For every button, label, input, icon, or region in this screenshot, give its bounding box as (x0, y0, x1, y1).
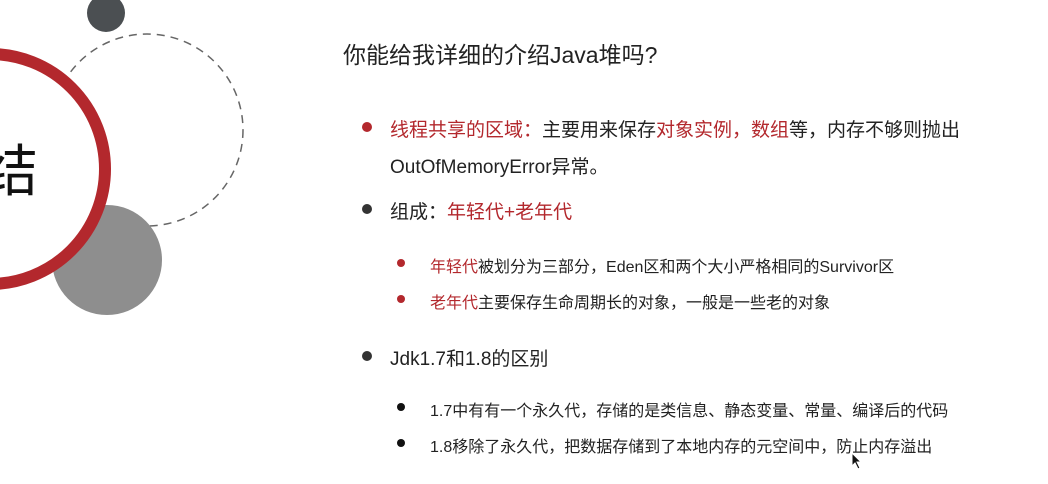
bullet-shared-area: 线程共享的区域：主要用来保存对象实例，数组等，内存不够则抛出 (390, 115, 960, 142)
text: 组成： (390, 202, 448, 223)
bullet-shared-area-line2: OutOfMemoryError异常。 (390, 157, 609, 178)
text: 主要用来保存 (542, 120, 657, 141)
mouse-cursor-icon (851, 452, 863, 470)
bullet-jdk-diff: Jdk1.7和1.8的区别 (390, 349, 549, 370)
bullet-dot (397, 403, 405, 411)
bullet-dot (362, 122, 372, 132)
section-label: 结 (0, 140, 38, 203)
dark-circle (87, 0, 125, 32)
bullet-young-gen: 年轻代被划分为三部分，Eden区和两个大小严格相同的Survivor区 (430, 253, 894, 277)
bullet-dot (397, 259, 405, 267)
text: 等，内存不够则抛出 (789, 120, 961, 141)
bullet-dot (362, 351, 372, 361)
page-title: 你能给我详细的介绍Java堆吗? (343, 42, 658, 68)
text: 线程共享的区域： (390, 120, 543, 141)
bullet-dot (397, 295, 405, 303)
bullet-old-gen: 老年代主要保存生命周期长的对象，一般是一些老的对象 (430, 289, 830, 313)
text: 对象实例，数组 (656, 120, 790, 141)
bullet-composition: 组成：年轻代+老年代 (390, 197, 572, 224)
text: 年轻代 (430, 259, 479, 276)
text: 老年代 (430, 295, 479, 312)
bullet-jdk17: 1.7中有有一个永久代，存储的是类信息、静态变量、常量、编译后的代码 (430, 403, 949, 420)
text: 被划分为三部分，Eden区和两个大小严格相同的Survivor区 (478, 259, 895, 276)
decorative-circles (0, 0, 244, 315)
text: 主要保存生命周期长的对象，一般是一些老的对象 (478, 295, 831, 312)
bullet-dot (362, 204, 372, 214)
bullet-dot (397, 439, 405, 447)
text: 年轻代+老年代 (447, 202, 573, 223)
